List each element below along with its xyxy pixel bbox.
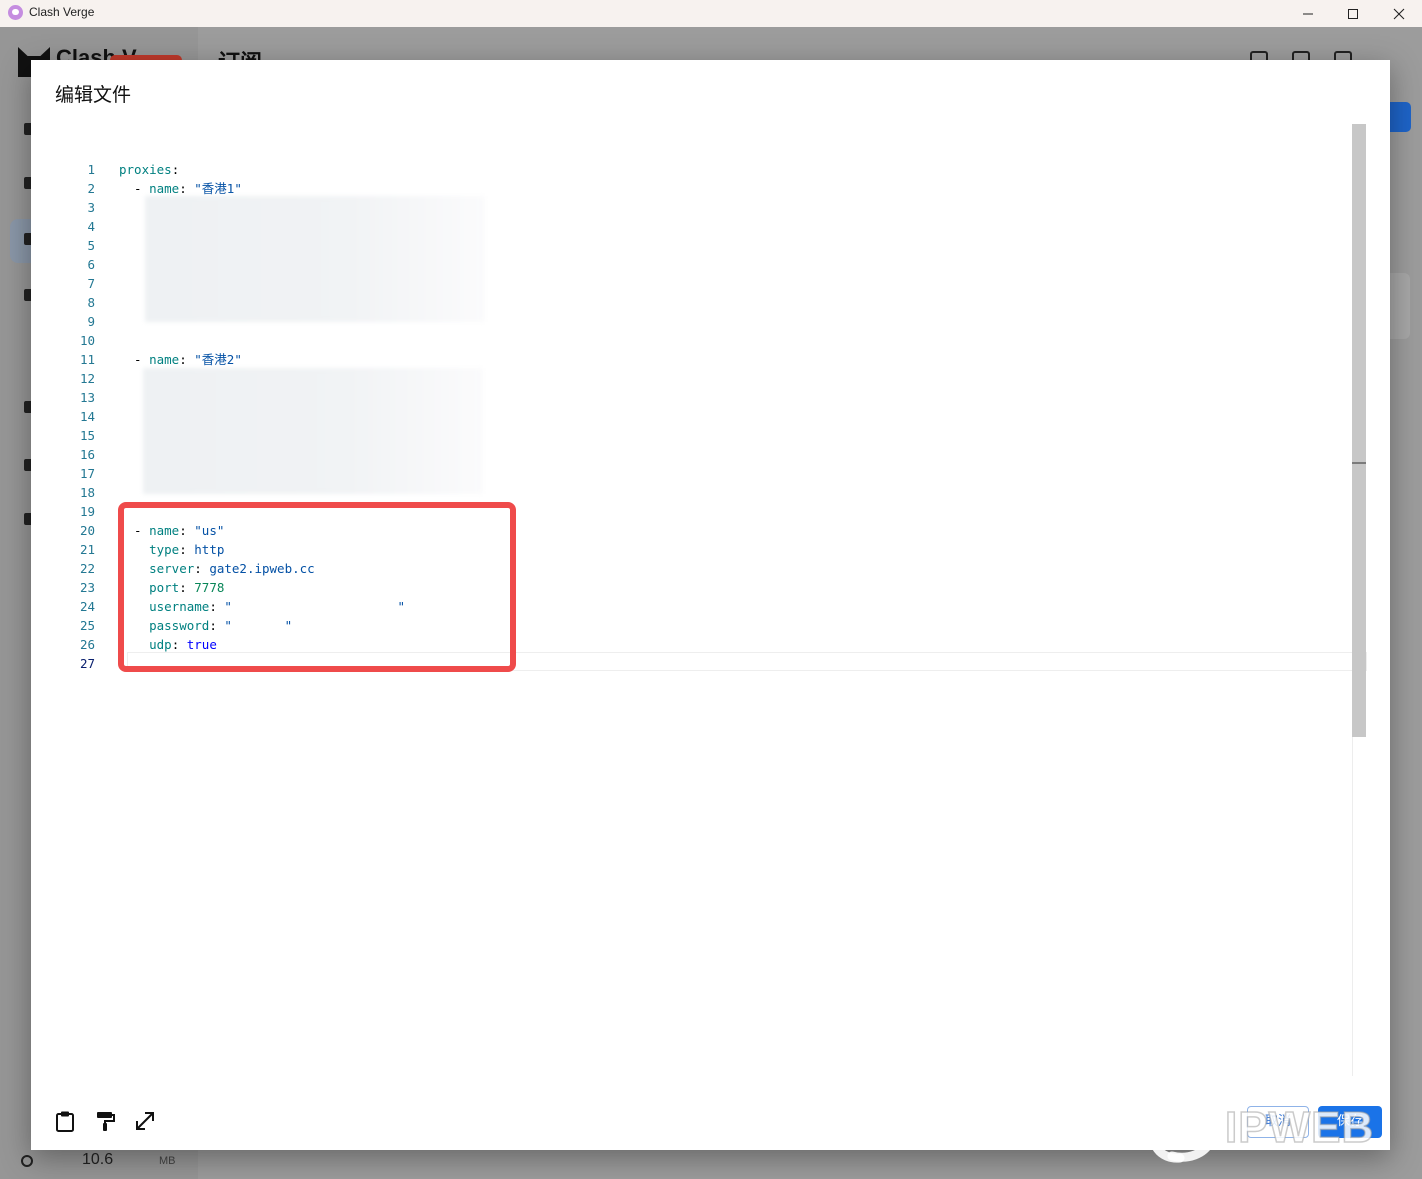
code-line-1: proxies: xyxy=(119,162,180,177)
line-number: 23 xyxy=(79,580,95,595)
expand-diagonal-icon xyxy=(136,1112,154,1130)
editor-scrollbar-thumb[interactable] xyxy=(1352,124,1366,737)
bg-profile-card xyxy=(1390,273,1410,339)
code-editor[interactable]: 1 2 3 4 5 6 7 8 9 10 11 12 13 14 15 16 17 18 19 20 21 22 23 24 2… xyxy=(55,124,1367,1076)
line-number: 21 xyxy=(79,542,95,557)
line-number: 2 xyxy=(87,181,95,196)
line-number: 3 xyxy=(87,200,95,215)
close-window-button[interactable] xyxy=(1376,0,1422,27)
minimize-icon xyxy=(1303,13,1313,14)
clipboard-icon xyxy=(56,1111,74,1132)
format-button[interactable] xyxy=(94,1110,116,1132)
line-number: 6 xyxy=(87,257,95,272)
line-number: 11 xyxy=(79,352,95,367)
paint-roller-icon xyxy=(97,1112,115,1131)
window-titlebar: Clash Verge xyxy=(0,0,1422,27)
line-number: 25 xyxy=(79,618,95,633)
code-line-11: - name: "香港2" xyxy=(119,352,242,367)
line-number: 20 xyxy=(79,523,95,538)
line-number: 12 xyxy=(79,371,95,386)
line-number: 1 xyxy=(87,162,95,177)
line-number: 10 xyxy=(79,333,95,348)
close-icon xyxy=(1393,8,1405,19)
dialog-title: 编辑文件 xyxy=(55,84,132,106)
line-number: 8 xyxy=(87,295,95,310)
line-number: 16 xyxy=(79,447,95,462)
line-number: 4 xyxy=(87,219,95,234)
line-number: 14 xyxy=(79,409,95,424)
line-number: 27 xyxy=(79,656,95,671)
line-number: 7 xyxy=(87,276,95,291)
maximize-icon xyxy=(1348,8,1358,19)
line-number: 13 xyxy=(79,390,95,405)
line-number: 18 xyxy=(79,485,95,500)
line-number: 9 xyxy=(87,314,95,329)
line-number-gutter: 1 2 3 4 5 6 7 8 9 10 11 12 13 14 15 16 17 18 19 20 21 22 23 24 2… xyxy=(55,160,95,673)
minimize-button[interactable] xyxy=(1285,0,1331,27)
redacted-block-2 xyxy=(143,368,483,494)
fullscreen-button[interactable] xyxy=(134,1110,156,1132)
maximize-button[interactable] xyxy=(1330,0,1376,27)
line-number: 24 xyxy=(79,599,95,614)
line-number: 19 xyxy=(79,504,95,519)
paste-button[interactable] xyxy=(54,1110,76,1132)
line-number: 15 xyxy=(79,428,95,443)
line-number: 5 xyxy=(87,238,95,253)
line-number: 26 xyxy=(79,637,95,652)
watermark-text: IPWEB xyxy=(1224,1102,1375,1153)
gear-icon xyxy=(21,1155,33,1167)
edit-file-dialog: 编辑文件 1 2 3 4 5 6 7 8 9 10 11 12 13 14 15 16 17 18 19 20 21 22… xyxy=(31,60,1390,1150)
line-number: 22 xyxy=(79,561,95,576)
red-highlight-box xyxy=(118,502,516,672)
window-title: Clash Verge xyxy=(29,5,95,19)
bg-memory-value: 10.6 xyxy=(82,1151,114,1168)
bg-memory-unit: MB xyxy=(159,1155,176,1167)
redacted-block-1 xyxy=(145,196,485,322)
scrollbar-cursor-marker xyxy=(1352,462,1366,464)
clash-cat-icon xyxy=(8,5,23,20)
line-number: 17 xyxy=(79,466,95,481)
